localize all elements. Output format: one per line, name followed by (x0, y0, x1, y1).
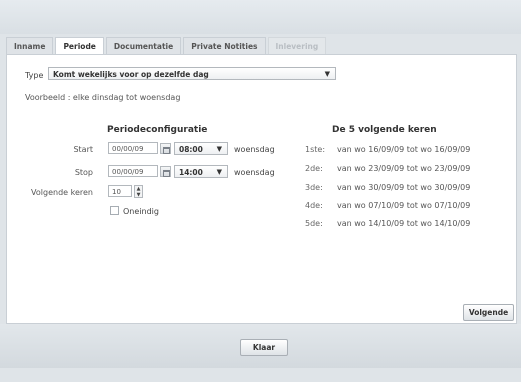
tab-private-notities[interactable]: Private Notities (183, 37, 266, 55)
start-label: Start (73, 145, 93, 154)
start-day-label: woensdag (234, 145, 275, 154)
tab-bar: Inname Periode Documentatie Private Noti… (6, 37, 328, 55)
done-button[interactable]: Klaar (240, 339, 288, 356)
following-input[interactable]: 10 (108, 185, 132, 197)
occurrence-text: van wo 14/10/09 tot wo 14/10/09 (337, 219, 471, 228)
stop-date-input[interactable]: 00/00/09 (108, 165, 158, 177)
stop-time-value: 14:00 (179, 168, 203, 177)
dialog-window: Inname Periode Documentatie Private Noti… (0, 0, 521, 382)
tab-documentatie[interactable]: Documentatie (105, 37, 182, 55)
type-select[interactable]: Komt wekelijks voor op dezelfde dag ▼ (48, 67, 336, 80)
next-button[interactable]: Volgende (463, 304, 514, 321)
example-text: Voorbeeld : elke dinsdag tot woensdag (25, 93, 181, 102)
chevron-down-icon: ▼ (216, 168, 222, 176)
stop-time-select[interactable]: 14:00 ▼ (174, 165, 228, 178)
start-time-select[interactable]: 08:00 ▼ (174, 142, 228, 155)
start-date-input[interactable]: 00/00/09 (108, 142, 158, 154)
occurrence-index: 2de: (305, 164, 323, 173)
top-band (0, 0, 521, 34)
occurrence-text: van wo 07/10/09 tot wo 07/10/09 (337, 201, 471, 210)
chevron-down-icon: ▼ (324, 70, 330, 78)
list-item: 2de: van wo 23/09/09 tot wo 23/09/09 (305, 164, 505, 173)
following-label: Volgende keren (31, 188, 93, 197)
occurrence-text: van wo 30/09/09 tot wo 30/09/09 (337, 183, 471, 192)
stop-label: Stop (74, 168, 93, 177)
start-time-value: 08:00 (179, 145, 203, 154)
footer-bar: Klaar (0, 324, 521, 368)
tab-inname[interactable]: Inname (6, 37, 54, 55)
stop-calendar-icon[interactable] (160, 166, 171, 177)
occurrence-index: 4de: (305, 201, 323, 210)
tab-inlevering: Inlevering (267, 37, 327, 55)
periode-panel: Type Komt wekelijks voor op dezelfde dag… (6, 54, 517, 324)
start-calendar-icon[interactable] (160, 143, 171, 154)
type-label: Type (25, 71, 44, 80)
oneindig-checkbox[interactable] (110, 206, 119, 215)
type-select-value: Komt wekelijks voor op dezelfde dag (53, 70, 209, 79)
occurrence-index: 1ste: (305, 145, 326, 154)
occurrence-index: 3de: (305, 183, 323, 192)
following-stepper[interactable]: ▲ ▼ (134, 185, 143, 198)
list-item: 4de: van wo 07/10/09 tot wo 07/10/09 (305, 201, 505, 210)
list-item: 3de: van wo 30/09/09 tot wo 30/09/09 (305, 183, 505, 192)
oneindig-label: Oneindig (123, 207, 159, 216)
chevron-down-icon: ▼ (216, 145, 222, 153)
next-occurrences-title: De 5 volgende keren (332, 125, 437, 135)
tab-periode[interactable]: Periode (55, 37, 104, 55)
occurrence-index: 5de: (305, 219, 323, 228)
occurrence-text: van wo 23/09/09 tot wo 23/09/09 (337, 164, 471, 173)
list-item: 5de: van wo 14/10/09 tot wo 14/10/09 (305, 219, 505, 228)
list-item: 1ste: van wo 16/09/09 tot wo 16/09/09 (305, 145, 505, 154)
stop-day-label: woensdag (234, 168, 275, 177)
config-title: Periodeconfiguratie (107, 125, 208, 135)
occurrence-text: van wo 16/09/09 tot wo 16/09/09 (337, 145, 471, 154)
